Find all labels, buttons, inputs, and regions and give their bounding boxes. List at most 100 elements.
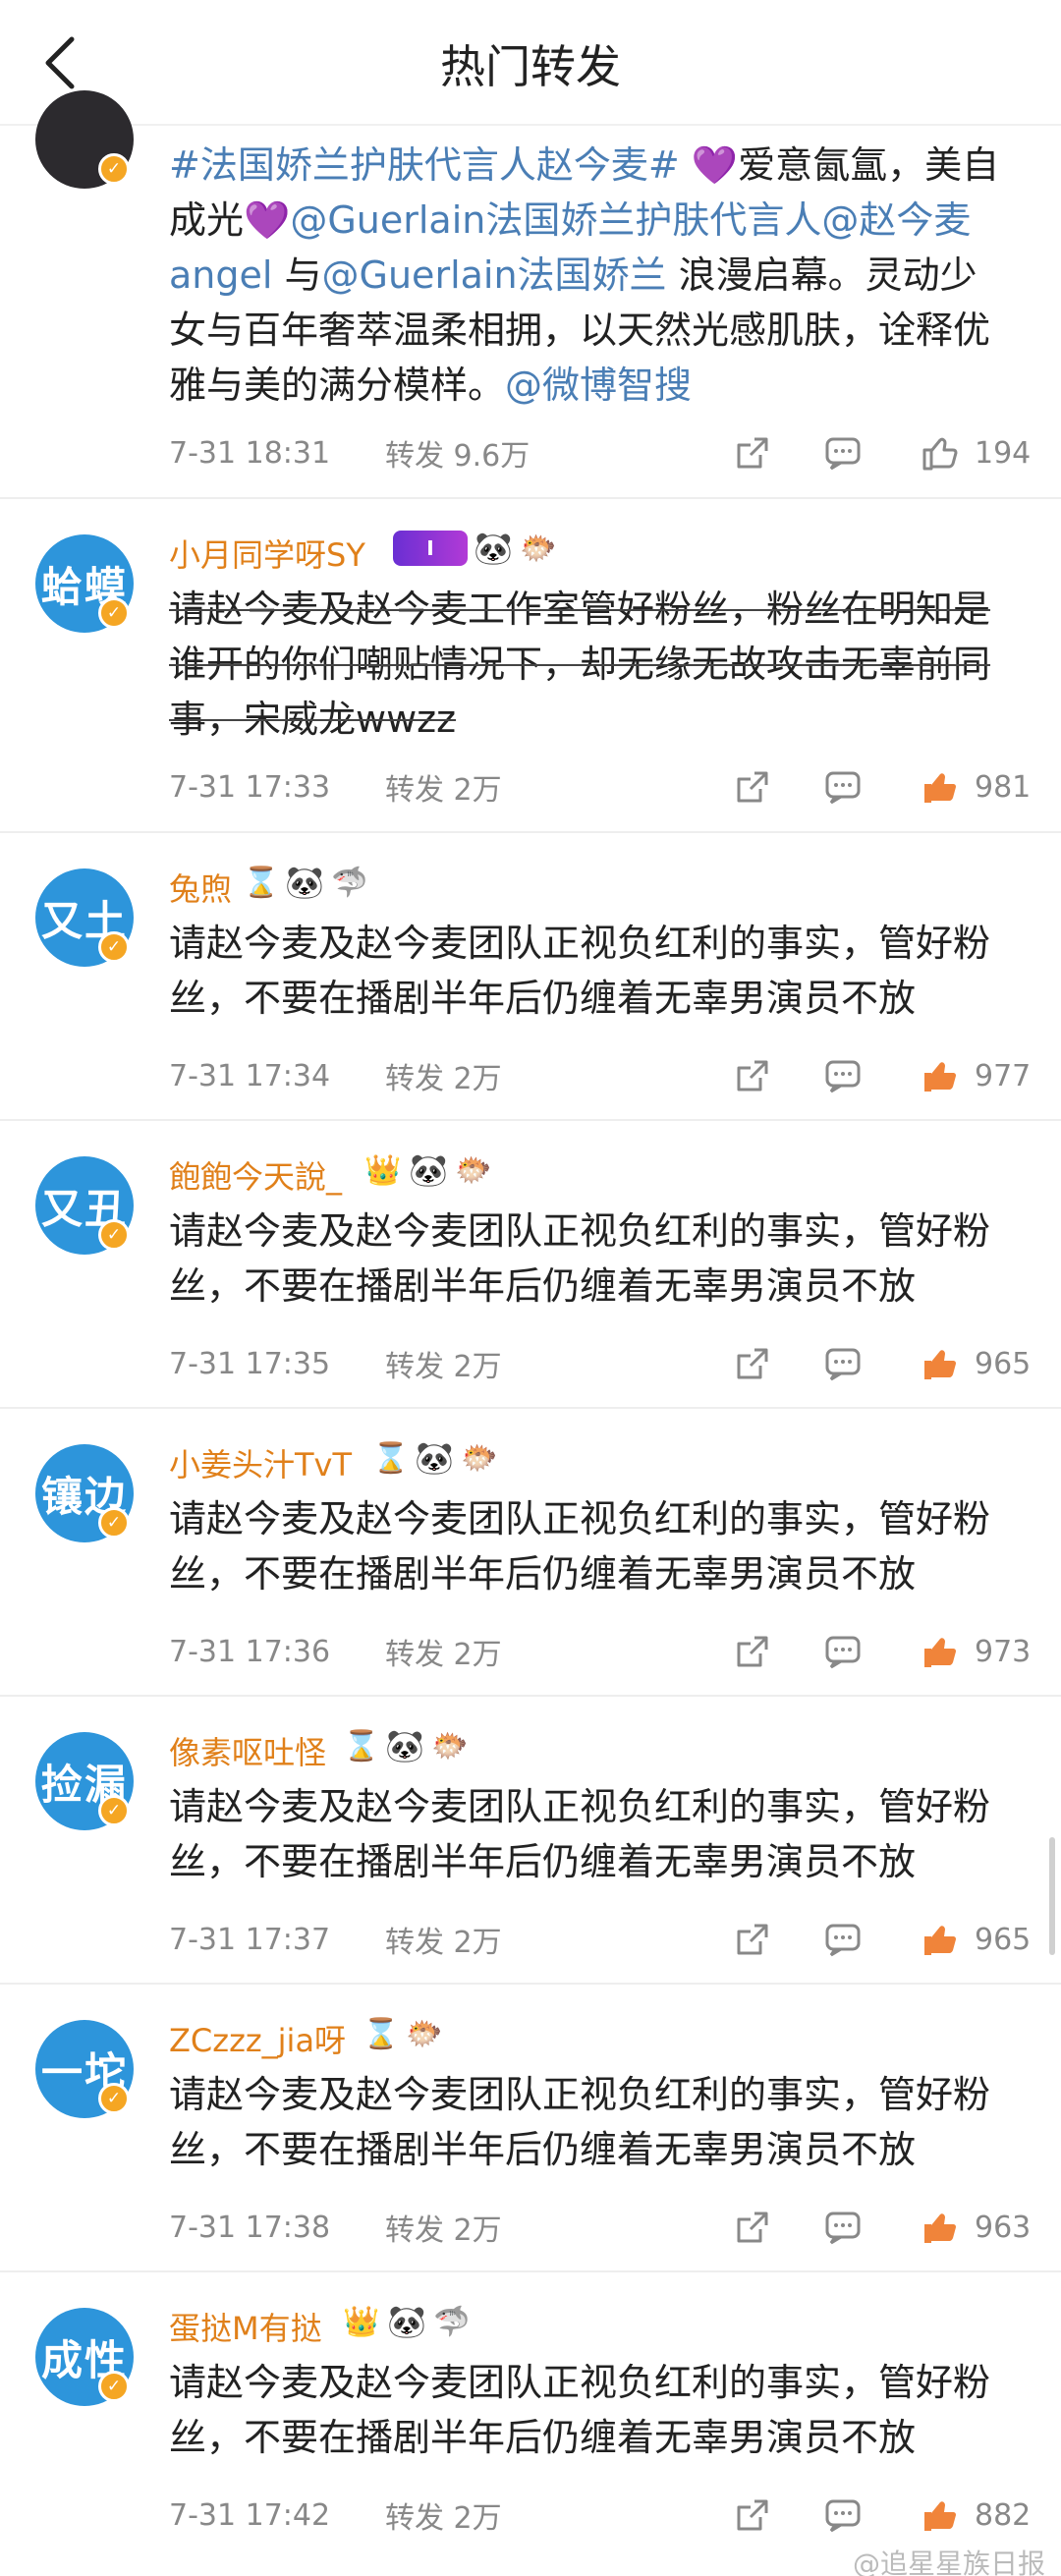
topic-link[interactable]: #法国娇兰护肤代言人赵今麦# [169, 143, 680, 187]
post-text: 请赵今麦及赵今麦团队正视负红利的事实，管好粉丝，不要在播剧半年后仍缠着无辜男演员… [169, 1785, 991, 1883]
post-time: 7-31 17:36 [169, 1634, 331, 1669]
user-badges: 👑 🐼 🐡 [363, 1150, 493, 1190]
verified-badge-icon: ✓ [98, 153, 130, 185]
username[interactable]: 小姜头汁TvT [169, 1440, 352, 1485]
verified-badge-icon: ✓ [98, 1507, 130, 1539]
share-icon[interactable] [731, 1630, 774, 1673]
like-icon[interactable] [918, 1342, 961, 1385]
post-time: 7-31 17:34 [169, 1058, 331, 1093]
username[interactable]: 飽飽今天說_ [169, 1152, 342, 1198]
list-item[interactable]: 镶边 ✓ 小姜头汁TvT ⌛ 🐼 🐡 请赵今麦及赵今麦团队正视负红利的事实，管好… [0, 1409, 1061, 1697]
hourglass-icon: ⌛ [343, 1728, 380, 1764]
like-icon[interactable] [918, 1054, 961, 1097]
like-icon[interactable] [918, 431, 961, 475]
post-meta: 7-31 17:38 转发 2万 963 [169, 2203, 1033, 2252]
comment-icon[interactable] [821, 1342, 865, 1385]
comment-icon[interactable] [821, 1630, 865, 1673]
forward-count: 转发 2万 [385, 773, 502, 808]
panda-icon: 🐼 [474, 530, 513, 567]
hourglass-icon: ⌛ [243, 865, 280, 900]
post-text: #法国娇兰护肤代言人赵今麦# 💜爱意氤氲，美自成光💜@Guerlain法国娇兰护… [169, 143, 1000, 407]
verified-badge-icon: ✓ [98, 1795, 130, 1826]
mention-link[interactable]: @微博智搜 [505, 364, 692, 407]
panda-icon: 🐼 [387, 2303, 426, 2340]
share-icon[interactable] [731, 1342, 774, 1385]
panda-icon: 🐼 [385, 1727, 424, 1764]
verified-badge-icon: ✓ [98, 597, 130, 629]
post-meta: 7-31 17:35 转发 2万 965 [169, 1339, 1033, 1388]
share-icon[interactable] [731, 431, 774, 475]
forward-count: 转发 2万 [385, 1062, 502, 1096]
share-icon[interactable] [731, 1054, 774, 1097]
post-text: 请赵今麦及赵今麦团队正视负红利的事实，管好粉丝，不要在播剧半年后仍缠着无辜男演员… [169, 922, 991, 1020]
watermark: @追星星族日报 [852, 2548, 1045, 2576]
repost-feed: ✓ #法国娇兰护肤代言人赵今麦# 💜爱意氤氲，美自成光💜@Guerlain法国娇… [0, 90, 1061, 2560]
like-icon[interactable] [918, 1918, 961, 1961]
list-item[interactable]: 又土 ✓ 兔煦 ⌛ 🐼 🦈 请赵今麦及赵今麦团队正视负红利的事实，管好粉丝，不要… [0, 833, 1061, 1121]
comment-icon[interactable] [821, 2493, 865, 2537]
panda-icon: 🐼 [409, 1151, 448, 1189]
like-count: 965 [975, 1922, 1032, 1957]
comment-icon[interactable] [821, 431, 865, 475]
user-badges: ⌛ 🐡 [363, 2014, 444, 2053]
mention-link[interactable]: @Guerlain法国娇兰 [322, 253, 667, 297]
panda-icon: 🐼 [415, 1439, 454, 1477]
forward-count: 转发 2万 [385, 1350, 502, 1384]
user-badges: ⌛ 🐼 🐡 [372, 1438, 499, 1478]
crown-icon: 👑 [343, 2304, 380, 2339]
user-badges: ⌛ 🐼 🐡 [343, 1726, 470, 1765]
hourglass-icon: ⌛ [372, 1440, 410, 1476]
like-icon[interactable] [918, 2206, 961, 2249]
forward-count: 转发 2万 [385, 2213, 502, 2248]
list-item[interactable]: 捡漏 ✓ 像素呕吐怪 ⌛ 🐼 🐡 请赵今麦及赵今麦团队正视负红利的事实，管好粉丝… [0, 1697, 1061, 1985]
like-count: 194 [975, 435, 1032, 471]
post-meta: 7-31 17:42 转发 2万 882 [169, 2491, 1033, 2540]
like-icon[interactable] [918, 765, 961, 809]
username[interactable]: ZCzzz_jia呀 [169, 2016, 346, 2061]
post-meta: 7-31 17:34 转发 2万 977 [169, 1051, 1033, 1100]
panda-icon: 🐼 [285, 864, 324, 901]
fish-icon: 🦈 [433, 2304, 471, 2339]
list-item[interactable]: 又丑 ✓ 飽飽今天說_ 👑 🐼 🐡 请赵今麦及赵今麦团队正视负红利的事实，管好粉… [0, 1121, 1061, 1409]
share-icon[interactable] [731, 1918, 774, 1961]
scrollbar[interactable] [1049, 1837, 1055, 1955]
share-icon[interactable] [731, 765, 774, 809]
comment-icon[interactable] [821, 1054, 865, 1097]
like-count: 973 [975, 1634, 1032, 1669]
post-text: 请赵今麦及赵今麦团队正视负红利的事实，管好粉丝，不要在播剧半年后仍缠着无辜男演员… [169, 1209, 991, 1308]
username[interactable]: 蛋挞M有挞 [169, 2304, 322, 2349]
post-text: 请赵今麦及赵今麦团队正视负红利的事实，管好粉丝，不要在播剧半年后仍缠着无辜男演员… [169, 2361, 991, 2459]
hourglass-icon: ⌛ [363, 2016, 400, 2051]
verified-badge-icon: ✓ [98, 2371, 130, 2402]
share-icon[interactable] [731, 2493, 774, 2537]
top-bar: 热门转发 [0, 0, 1061, 126]
page-title: 热门转发 [440, 40, 621, 93]
list-item[interactable]: ✓ #法国娇兰护肤代言人赵今麦# 💜爱意氤氲，美自成光💜@Guerlain法国娇… [0, 90, 1061, 499]
like-icon[interactable] [918, 1630, 961, 1673]
user-badges: ⌛ 🐼 🦈 [243, 863, 369, 902]
share-icon[interactable] [731, 2206, 774, 2249]
comment-icon[interactable] [821, 2206, 865, 2249]
like-count: 977 [975, 1058, 1032, 1093]
forward-count: 转发 2万 [385, 1926, 502, 1960]
username[interactable]: 兔煦 [169, 865, 232, 910]
post-time: 7-31 17:42 [169, 2497, 331, 2533]
like-count: 981 [975, 769, 1032, 805]
list-item[interactable]: 成性 ✓ 蛋挞M有挞 👑 🐼 🦈 请赵今麦及赵今麦团队正视负红利的事实，管好粉丝… [0, 2272, 1061, 2560]
username[interactable]: 像素呕吐怪 [169, 1728, 326, 1773]
level-badge-icon: I [393, 531, 468, 566]
pufferfish-icon: 🐡 [520, 531, 557, 566]
comment-icon[interactable] [821, 765, 865, 809]
post-text: 请赵今麦及赵今麦团队正视负红利的事实，管好粉丝，不要在播剧半年后仍缠着无辜男演员… [169, 2073, 991, 2171]
pufferfish-icon: 🐡 [431, 1728, 469, 1764]
fish-icon: 🦈 [331, 865, 368, 900]
list-item[interactable]: 蛤蟆 ✓ 小月同学呀SY I 🐼 🐡 请赵今麦及赵今麦工作室管好粉丝，粉丝在明知… [0, 499, 1061, 833]
list-item[interactable]: 一坨 ✓ ZCzzz_jia呀 ⌛ 🐡 请赵今麦及赵今麦团队正视负红利的事实，管… [0, 1985, 1061, 2272]
comment-icon[interactable] [821, 1918, 865, 1961]
post-meta: 7-31 17:33 转发 2万 981 [169, 762, 1033, 812]
forward-count: 转发 2万 [385, 2501, 502, 2536]
pufferfish-icon: 🐡 [455, 1152, 492, 1188]
username[interactable]: 小月同学呀SY [169, 531, 365, 576]
user-badges: 👑 🐼 🦈 [342, 2302, 472, 2341]
like-icon[interactable] [918, 2493, 961, 2537]
